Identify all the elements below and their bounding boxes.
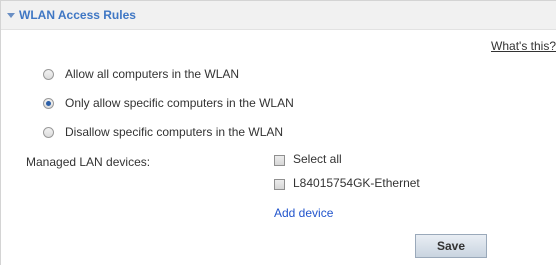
save-button[interactable]: Save bbox=[415, 234, 487, 258]
radio-option-disallow-specific[interactable]: Disallow specific computers in the WLAN bbox=[43, 125, 283, 139]
radio-button[interactable] bbox=[43, 97, 54, 109]
device-label: L84015754GK-Ethernet bbox=[293, 176, 420, 190]
radio-button[interactable] bbox=[43, 126, 54, 138]
radio-button[interactable] bbox=[43, 68, 54, 80]
radio-label: Disallow specific computers in the WLAN bbox=[65, 125, 284, 139]
panel-header[interactable]: WLAN Access Rules bbox=[1, 1, 556, 30]
select-all-checkbox[interactable] bbox=[274, 155, 285, 166]
whats-this-link[interactable]: What's this? bbox=[491, 39, 556, 53]
device-checkbox-row[interactable]: L84015754GK-Ethernet bbox=[274, 176, 420, 190]
collapse-arrow-icon[interactable] bbox=[7, 12, 15, 18]
panel-title[interactable]: WLAN Access Rules bbox=[19, 8, 136, 22]
radio-option-allow-all[interactable]: Allow all computers in the WLAN bbox=[43, 67, 239, 81]
radio-option-only-allow-specific[interactable]: Only allow specific computers in the WLA… bbox=[43, 96, 294, 110]
select-all-label: Select all bbox=[293, 152, 342, 166]
radio-label: Only allow specific computers in the WLA… bbox=[65, 96, 294, 110]
managed-lan-devices-label: Managed LAN devices: bbox=[26, 155, 151, 169]
wlan-access-rules-panel: WLAN Access Rules What's this? Allow all… bbox=[0, 0, 556, 265]
add-device-link[interactable]: Add device bbox=[274, 206, 333, 220]
select-all-checkbox-row[interactable]: Select all bbox=[274, 152, 342, 166]
radio-label: Allow all computers in the WLAN bbox=[65, 67, 240, 81]
device-checkbox[interactable] bbox=[274, 179, 285, 190]
